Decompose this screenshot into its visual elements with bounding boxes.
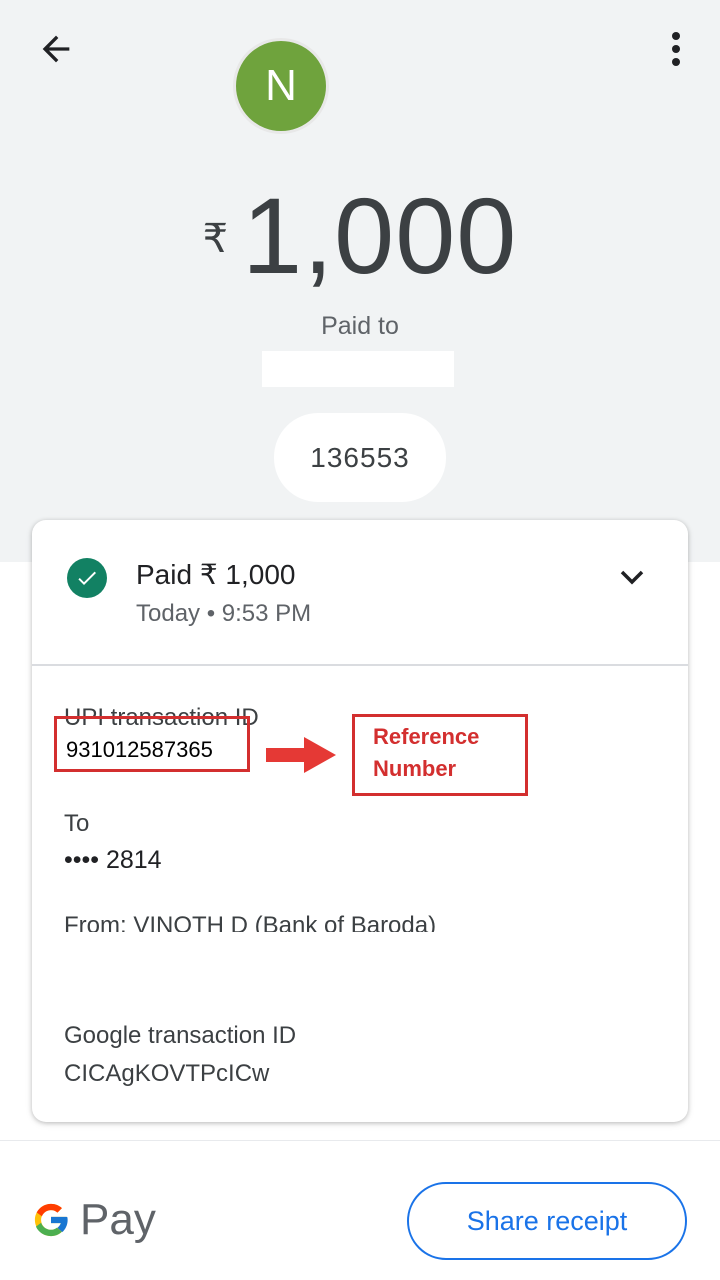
share-receipt-label: Share receipt <box>466 1205 628 1236</box>
redaction-mask <box>52 1050 352 1062</box>
to-account-value: •••• 2814 <box>64 846 162 874</box>
google-transaction-id-label: Google transaction ID <box>64 1022 297 1049</box>
payment-note-chip: 136553 <box>274 413 446 502</box>
payment-amount: ₹ 1,000 <box>0 178 720 298</box>
google-pay-wordmark: Pay <box>80 1195 156 1244</box>
annotation-arrow-icon <box>266 737 336 773</box>
transaction-details-card: Paid ₹ 1,000 Today • 9:53 PM UPI transac… <box>32 520 688 1122</box>
payment-note: 136553 <box>310 441 410 473</box>
paid-to-label: Paid to <box>321 312 399 340</box>
currency-symbol: ₹ <box>202 217 229 261</box>
google-g-icon <box>34 1203 69 1237</box>
upi-transaction-id-value: 931012587365 <box>66 737 213 762</box>
chevron-down-icon[interactable] <box>616 564 648 590</box>
amount-value: 1,000 <box>242 175 518 296</box>
avatar: N <box>233 38 329 134</box>
check-circle-icon <box>67 558 107 598</box>
to-label: To <box>64 810 90 837</box>
arrow-back-icon <box>42 35 70 63</box>
more-vert-icon <box>672 32 680 66</box>
payment-status-title: Paid ₹ 1,000 <box>136 559 296 590</box>
redaction-mask <box>52 932 492 992</box>
payment-status-row[interactable]: Paid ₹ 1,000 Today • 9:53 PM <box>32 520 688 665</box>
back-button[interactable] <box>28 24 84 74</box>
share-receipt-button[interactable]: Share receipt <box>407 1182 687 1260</box>
footer-divider <box>0 1140 720 1141</box>
divider <box>32 664 688 666</box>
reference-number-annotation: Reference Number <box>352 714 528 796</box>
avatar-initial: N <box>265 61 297 110</box>
google-pay-logo: Pay <box>30 1192 156 1248</box>
recipient-name-redacted <box>262 351 454 387</box>
google-transaction-id-value: CICAgKOVTPcICw <box>64 1060 270 1086</box>
payment-status-time: Today • 9:53 PM <box>136 600 312 627</box>
more-options-button[interactable] <box>652 24 700 74</box>
from-label: From: VINOTH D (Bank of Baroda) <box>64 912 437 934</box>
